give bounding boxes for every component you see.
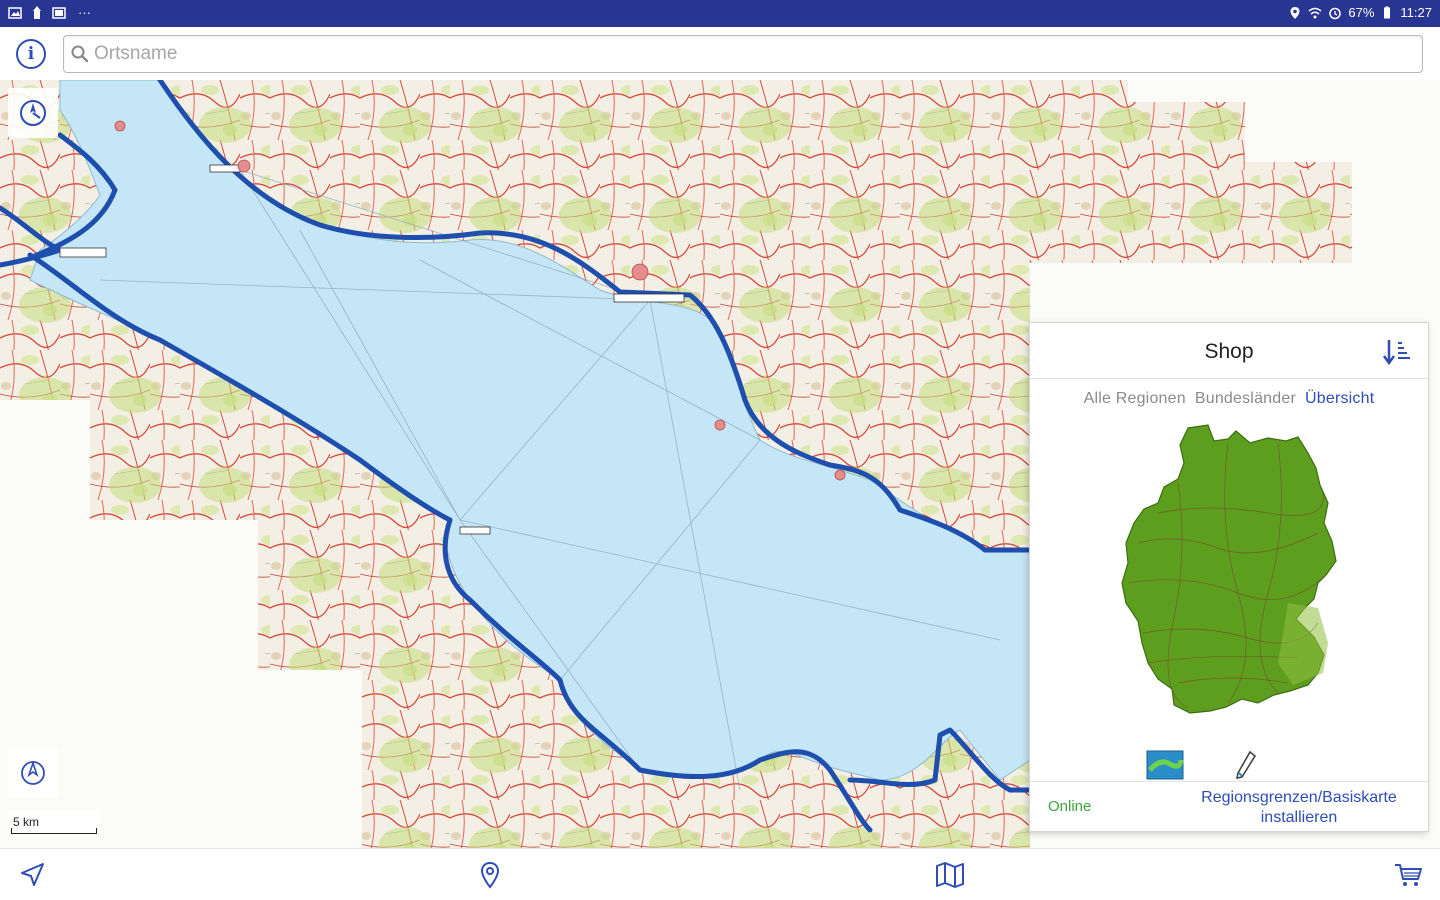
battery-icon <box>1384 6 1391 18</box>
more-notifications: ··· <box>78 5 91 20</box>
bottom-navigation <box>0 848 1440 900</box>
pen-tool-icon[interactable] <box>1234 750 1258 780</box>
germany-overview-map[interactable] <box>1118 423 1358 718</box>
map-icon <box>936 862 964 888</box>
notification-icons: ··· <box>8 5 91 20</box>
image-notification-icon <box>8 6 22 19</box>
shop-tabs: Alle Regionen Bundesländer Übersicht <box>1030 379 1428 419</box>
sort-icon[interactable] <box>1382 337 1412 367</box>
battery-percent: 67% <box>1348 5 1375 20</box>
nav-maps-button[interactable] <box>934 859 966 891</box>
search-input[interactable] <box>94 43 1394 65</box>
location-status-icon <box>1290 6 1300 19</box>
location-pin-icon <box>480 861 500 889</box>
alarm-status-icon <box>1329 7 1342 19</box>
map-scale: 5 km <box>8 810 100 838</box>
navigate-icon <box>21 863 44 886</box>
clock: 11:27 <box>1400 5 1432 20</box>
search-toolbar: i <box>0 27 1440 80</box>
nav-shop-button[interactable] <box>1392 859 1424 891</box>
shop-title: Shop <box>1204 340 1254 363</box>
compass-button[interactable] <box>8 88 58 138</box>
wifi-status-icon <box>1308 7 1322 18</box>
shop-header: Shop <box>1030 323 1428 379</box>
search-box[interactable] <box>63 35 1423 73</box>
tab-alle-regionen[interactable]: Alle Regionen <box>1084 390 1186 408</box>
connection-status: Online <box>1048 798 1092 815</box>
system-indicators: 67% 11:27 <box>1288 5 1432 20</box>
nav-navigate-button[interactable] <box>16 859 48 891</box>
cart-icon <box>1395 864 1422 886</box>
shop-footer: Online Regionsgrenzen/Basiskarte install… <box>1030 781 1428 831</box>
install-link-line1: Regionsgrenzen/Basiskarte <box>1201 789 1397 806</box>
tab-uebersicht[interactable]: Übersicht <box>1305 390 1374 408</box>
info-icon: i <box>27 44 35 64</box>
north-arrow-icon <box>21 760 45 785</box>
install-region-borders-link[interactable]: Regionsgrenzen/Basiskarte installieren <box>1184 788 1414 828</box>
scale-line <box>11 828 97 834</box>
tab-bundeslaender[interactable]: Bundesländer <box>1195 390 1296 408</box>
shop-panel: Shop Alle Regionen Bundesländer Übersich… <box>1029 322 1429 832</box>
search-icon <box>71 45 89 63</box>
system-status-bar: ··· 67% 11:27 <box>0 0 1440 27</box>
info-button[interactable]: i <box>16 39 46 69</box>
nav-location-button[interactable] <box>474 859 506 891</box>
product-thumbnail-icon[interactable] <box>1146 750 1184 780</box>
scale-label: 5 km <box>13 815 40 829</box>
install-link-line2: installieren <box>1260 809 1338 826</box>
upload-notification-icon <box>33 5 41 19</box>
gallery-notification-icon <box>52 6 66 19</box>
orientation-button[interactable] <box>8 748 58 798</box>
compass-icon <box>20 100 46 126</box>
